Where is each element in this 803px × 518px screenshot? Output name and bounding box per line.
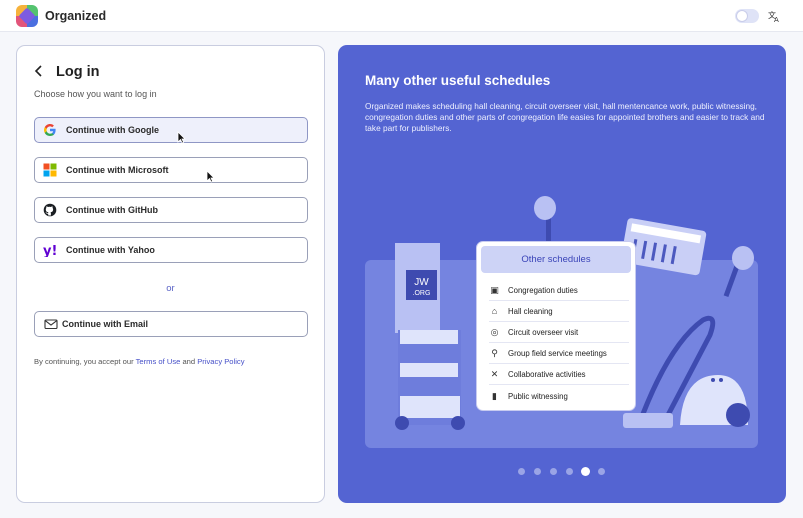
chevron-left-icon[interactable] <box>32 64 46 78</box>
email-login-label: Continue with Email <box>62 319 149 329</box>
toggle-knob <box>737 11 747 21</box>
schedule-item-label: Group field service meetings <box>508 349 607 358</box>
top-bar: Organized 文A <box>0 0 803 32</box>
microsoft-login-button[interactable]: Continue with Microsoft <box>34 157 308 183</box>
github-login-button[interactable]: Continue with GitHub <box>34 197 308 223</box>
microsoft-login-label: Continue with Microsoft <box>66 165 169 175</box>
terms-notice: By continuing, you accept our Terms of U… <box>34 357 245 366</box>
terms-prefix: By continuing, you accept our <box>34 357 136 366</box>
mail-icon <box>44 319 58 330</box>
google-login-label: Continue with Google <box>66 125 159 135</box>
jw-badge-line2: .ORG <box>413 290 431 297</box>
schedule-item: ▣ Congregation duties <box>489 281 629 301</box>
login-subtitle: Choose how you want to log in <box>34 89 157 99</box>
google-login-button[interactable]: Continue with Google <box>34 117 308 143</box>
carousel-dot[interactable] <box>566 468 573 475</box>
privacy-policy-link[interactable]: Privacy Policy <box>197 357 244 366</box>
schedule-item: ✕ Collaborative activities <box>489 365 629 385</box>
or-divider: or <box>166 283 175 294</box>
carousel-dot[interactable] <box>598 468 605 475</box>
carousel-dot-active[interactable] <box>581 467 590 476</box>
login-title: Log in <box>56 64 100 80</box>
terms-conjunction: and <box>180 357 198 366</box>
carousel-dot[interactable] <box>550 468 557 475</box>
organized-logo-icon <box>16 5 38 27</box>
schedule-item-label: Hall cleaning <box>508 307 553 316</box>
promo-panel: Many other useful schedules Organized ma… <box>338 45 786 503</box>
schedule-item: ⚲ Group field service meetings <box>489 344 629 364</box>
app-title: Organized <box>45 9 107 23</box>
location-icon: ⚲ <box>491 348 498 358</box>
google-icon <box>44 124 56 136</box>
carousel-dot[interactable] <box>534 468 541 475</box>
schedule-item: ◎ Circuit overseer visit <box>489 323 629 343</box>
schedule-item-label: Public witnessing <box>508 392 568 401</box>
theme-toggle-icon[interactable] <box>735 9 759 23</box>
cleaning-icon: ⌂ <box>491 306 498 316</box>
tools-icon: ✕ <box>490 369 499 379</box>
microsoft-icon <box>43 163 57 177</box>
email-login-button[interactable]: Continue with Email <box>34 311 308 337</box>
cart-icon: ▮ <box>492 391 497 401</box>
mouse-cursor-icon <box>177 131 186 144</box>
schedules-card: Other schedules ▣ Congregation duties ⌂ … <box>476 241 636 411</box>
yahoo-login-button[interactable]: y! Continue with Yahoo <box>34 237 308 263</box>
clipboard-icon: ▣ <box>490 285 499 295</box>
translate-icon[interactable]: 文A <box>768 9 782 24</box>
yahoo-icon: y! <box>43 244 57 257</box>
carousel-dot[interactable] <box>518 468 525 475</box>
svg-text:y!: y! <box>43 244 57 257</box>
visit-icon: ◎ <box>490 327 499 337</box>
schedule-item: ▮ Public witnessing <box>489 387 629 407</box>
schedule-item-label: Congregation duties <box>508 286 578 295</box>
github-icon <box>43 203 57 217</box>
terms-of-use-link[interactable]: Terms of Use <box>136 357 181 366</box>
schedule-item-label: Collaborative activities <box>508 370 586 379</box>
schedule-item: ⌂ Hall cleaning <box>489 302 629 322</box>
jw-badge-line1: JW <box>414 277 429 288</box>
login-card: Log in Choose how you want to log in Con… <box>16 45 325 503</box>
schedules-card-header: Other schedules <box>481 246 631 273</box>
github-login-label: Continue with GitHub <box>66 205 158 215</box>
mouse-cursor-icon <box>206 170 215 183</box>
schedules-card-title: Other schedules <box>521 254 591 265</box>
svg-text:A: A <box>774 16 779 23</box>
schedule-item-label: Circuit overseer visit <box>508 328 579 337</box>
yahoo-login-label: Continue with Yahoo <box>66 245 155 255</box>
